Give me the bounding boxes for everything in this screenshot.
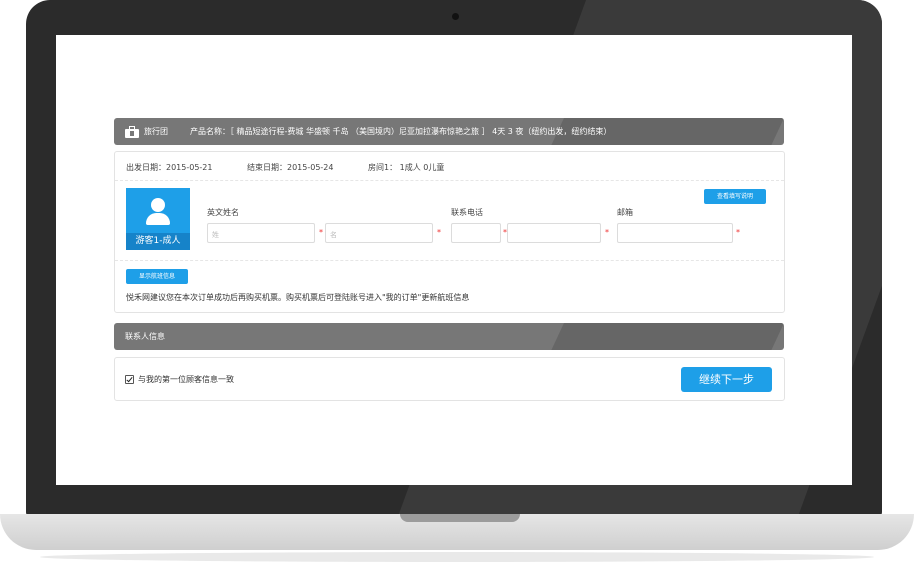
same-as-first-checkbox[interactable] [125, 375, 134, 384]
divider [115, 260, 784, 261]
english-name-label: 英文姓名 [207, 208, 239, 217]
camera-icon [452, 13, 459, 20]
help-button[interactable]: 查看填写说明 [704, 189, 766, 204]
guest-label: 游客1-成人 [126, 233, 190, 250]
guest-avatar: 游客1-成人 [126, 188, 190, 250]
continue-button[interactable]: 继续下一步 [681, 367, 772, 392]
user-icon [151, 198, 165, 212]
contact-box: 与我的第一位顾客信息一致 继续下一步 [114, 357, 785, 401]
same-as-first-label: 与我的第一位顾客信息一致 [138, 375, 234, 384]
divider [115, 180, 784, 181]
phone-code-input[interactable] [451, 223, 501, 243]
phone-number-input[interactable] [507, 223, 601, 243]
required-mark: * [605, 228, 609, 237]
end-date: 结束日期：2015-05-24 [247, 163, 334, 172]
email-label: 邮箱 [617, 208, 633, 217]
phone-label: 联系电话 [451, 208, 483, 217]
screen: 旅行团 产品名称：［ 精品短途行程-费城 华盛顿 千岛 （美国境内）尼亚加拉瀑布… [56, 35, 852, 485]
email-input[interactable] [617, 223, 733, 243]
required-mark: * [736, 228, 740, 237]
depart-date: 出发日期：2015-05-21 [126, 163, 213, 172]
guest-info-box: 出发日期：2015-05-21 结束日期：2015-05-24 房间1： 1成人… [114, 151, 785, 313]
required-mark: * [319, 228, 323, 237]
room-info: 房间1： 1成人 0儿童 [368, 163, 445, 172]
required-mark: * [437, 228, 441, 237]
tour-header: 旅行团 产品名称：［ 精品短途行程-费城 华盛顿 千岛 （美国境内）尼亚加拉瀑布… [114, 118, 784, 145]
suitcase-icon [125, 125, 139, 138]
laptop-shadow [40, 552, 874, 562]
flight-note: 悦禾网建议您在本次订单成功后再购买机票。购买机票后可登陆账号进入"我的订单"更新… [126, 293, 470, 302]
product-name: 产品名称：［ 精品短途行程-费城 华盛顿 千岛 （美国境内）尼亚加拉瀑布惊艳之旅… [190, 127, 612, 136]
surname-input[interactable]: 姓 [207, 223, 315, 243]
show-flight-button[interactable]: 显示航班信息 [126, 269, 188, 284]
tour-label: 旅行团 [144, 127, 168, 136]
contact-header: 联系人信息 [114, 323, 784, 350]
given-name-input[interactable]: 名 [325, 223, 433, 243]
laptop-notch [400, 514, 520, 522]
contact-title: 联系人信息 [125, 332, 165, 341]
